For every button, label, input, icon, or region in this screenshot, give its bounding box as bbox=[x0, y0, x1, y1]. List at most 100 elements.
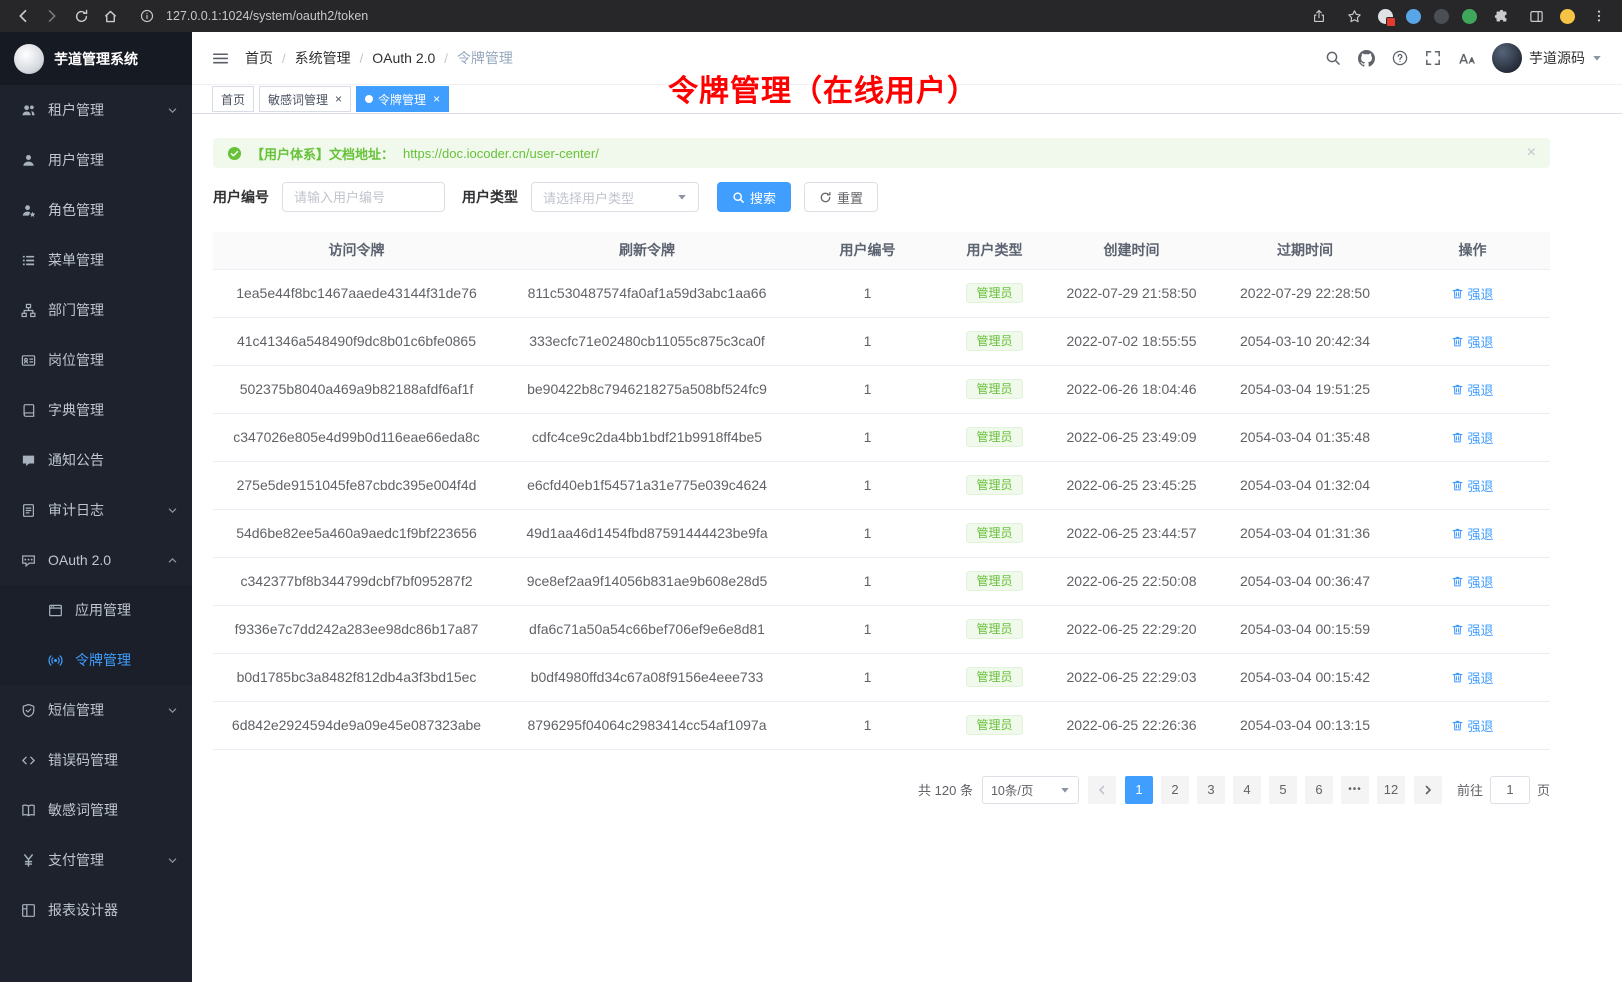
extension-icon[interactable] bbox=[1378, 9, 1393, 24]
page-button-4[interactable]: 4 bbox=[1233, 776, 1261, 804]
bookmark-star-icon[interactable] bbox=[1343, 5, 1365, 27]
page-button-2[interactable]: 2 bbox=[1161, 776, 1189, 804]
user-type-tag: 管理员 bbox=[966, 379, 1022, 399]
page-ellipsis[interactable]: ••• bbox=[1341, 776, 1369, 804]
page-size-select[interactable]: 10条/页 bbox=[982, 776, 1079, 804]
sidebar-item-审计日志[interactable]: 审计日志 bbox=[0, 485, 192, 535]
user-id-input[interactable] bbox=[282, 182, 445, 212]
sidebar-item-令牌管理[interactable]: 令牌管理 bbox=[0, 635, 192, 685]
sidebar-item-敏感词管理[interactable]: 敏感词管理 bbox=[0, 785, 192, 835]
extension-icon[interactable] bbox=[1462, 9, 1477, 24]
prev-page-button[interactable] bbox=[1088, 776, 1116, 804]
reload-icon[interactable] bbox=[70, 5, 92, 27]
alert-close-icon[interactable]: × bbox=[1527, 145, 1536, 161]
force-logout-button[interactable]: 强退 bbox=[1451, 332, 1493, 351]
tab-close-icon[interactable]: × bbox=[433, 92, 440, 106]
force-logout-button[interactable]: 强退 bbox=[1451, 428, 1493, 447]
page-button-5[interactable]: 5 bbox=[1269, 776, 1297, 804]
force-logout-button[interactable]: 强退 bbox=[1451, 284, 1493, 303]
breadcrumb-item[interactable]: 系统管理 bbox=[295, 48, 351, 68]
github-icon[interactable] bbox=[1358, 50, 1375, 67]
back-icon[interactable] bbox=[12, 5, 34, 27]
user-type-select[interactable]: 请选择用户类型 bbox=[531, 182, 699, 212]
access-token-cell: 275e5de9151045fe87cbdc395e004f4d bbox=[213, 461, 500, 509]
force-logout-button[interactable]: 强退 bbox=[1451, 620, 1493, 639]
sidebar-item-label: 部门管理 bbox=[48, 300, 104, 320]
access-token-cell: 1ea5e44f8bc1467aaede43144f31de76 bbox=[213, 269, 500, 317]
goto-page-input[interactable] bbox=[1490, 776, 1530, 804]
dept-tree-icon bbox=[20, 303, 37, 318]
sidebar-item-字典管理[interactable]: 字典管理 bbox=[0, 385, 192, 435]
sidebar-item-部门管理[interactable]: 部门管理 bbox=[0, 285, 192, 335]
breadcrumb-item[interactable]: 首页 bbox=[245, 48, 273, 68]
sidebar-item-label: 字典管理 bbox=[48, 400, 104, 420]
share-icon[interactable] bbox=[1308, 5, 1330, 27]
sidebar-item-label: 报表设计器 bbox=[48, 900, 118, 920]
tab-敏感词管理[interactable]: 敏感词管理× bbox=[259, 86, 351, 112]
page-button-6[interactable]: 6 bbox=[1305, 776, 1333, 804]
tenant-icon bbox=[20, 103, 37, 118]
sidebar-item-应用管理[interactable]: 应用管理 bbox=[0, 585, 192, 635]
column-header: 创建时间 bbox=[1048, 232, 1215, 269]
user-type-tag: 管理员 bbox=[966, 427, 1022, 447]
breadcrumb-item[interactable]: OAuth 2.0 bbox=[372, 50, 435, 66]
font-size-icon[interactable] bbox=[1458, 51, 1475, 66]
help-icon[interactable] bbox=[1392, 50, 1408, 66]
fullscreen-icon[interactable] bbox=[1425, 50, 1441, 66]
sidebar-item-角色管理[interactable]: 角色管理 bbox=[0, 185, 192, 235]
sidebar-item-通知公告[interactable]: 通知公告 bbox=[0, 435, 192, 485]
next-page-button[interactable] bbox=[1414, 776, 1442, 804]
force-logout-button[interactable]: 强退 bbox=[1451, 716, 1493, 735]
user-name: 芋道源码 bbox=[1529, 48, 1585, 68]
extension-icon[interactable] bbox=[1434, 9, 1449, 24]
expire-time-cell: 2054-03-04 00:15:59 bbox=[1215, 605, 1395, 653]
force-logout-button[interactable]: 强退 bbox=[1451, 476, 1493, 495]
sidebar-item-菜单管理[interactable]: 菜单管理 bbox=[0, 235, 192, 285]
site-info-icon[interactable] bbox=[136, 5, 158, 27]
table-row: c342377bf8b344799dcbf7bf095287f29ce8ef2a… bbox=[213, 557, 1550, 605]
search-icon[interactable] bbox=[1325, 50, 1341, 66]
search-button[interactable]: 搜索 bbox=[717, 182, 791, 212]
tab-首页[interactable]: 首页 bbox=[212, 86, 254, 112]
forward-icon[interactable] bbox=[41, 5, 63, 27]
sidebar-item-错误码管理[interactable]: 错误码管理 bbox=[0, 735, 192, 785]
user-type-cell: 管理员 bbox=[941, 317, 1048, 365]
force-logout-button[interactable]: 强退 bbox=[1451, 572, 1493, 591]
more-menu-icon[interactable] bbox=[1588, 5, 1610, 27]
menu-fold-icon[interactable] bbox=[212, 51, 229, 66]
side-panel-icon[interactable] bbox=[1525, 5, 1547, 27]
force-logout-button[interactable]: 强退 bbox=[1451, 380, 1493, 399]
sidebar-item-label: 通知公告 bbox=[48, 450, 104, 470]
sidebar-item-岗位管理[interactable]: 岗位管理 bbox=[0, 335, 192, 385]
extensions-puzzle-icon[interactable] bbox=[1490, 5, 1512, 27]
tab-令牌管理[interactable]: 令牌管理× bbox=[356, 86, 449, 112]
success-check-icon bbox=[227, 146, 242, 161]
page-button-1[interactable]: 1 bbox=[1125, 776, 1153, 804]
user-type-tag: 管理员 bbox=[966, 523, 1022, 543]
app-icon bbox=[47, 603, 64, 618]
sidebar-item-报表设计器[interactable]: 报表设计器 bbox=[0, 885, 192, 935]
profile-avatar-icon[interactable] bbox=[1560, 9, 1575, 24]
chevron-down-icon bbox=[167, 705, 178, 716]
app-logo[interactable]: 芋道管理系统 bbox=[0, 32, 192, 85]
caret-down-icon bbox=[677, 192, 687, 202]
sidebar-item-短信管理[interactable]: 短信管理 bbox=[0, 685, 192, 735]
url-bar[interactable]: 127.0.0.1:1024/system/oauth2/token bbox=[136, 5, 368, 27]
home-icon[interactable] bbox=[99, 5, 121, 27]
user-id-label: 用户编号 bbox=[213, 187, 269, 207]
sidebar-item-用户管理[interactable]: 用户管理 bbox=[0, 135, 192, 185]
sidebar-item-支付管理[interactable]: 支付管理 bbox=[0, 835, 192, 885]
sidebar-item-OAuth 2.0[interactable]: OAuth 2.0 bbox=[0, 535, 192, 585]
user-menu[interactable]: 芋道源码 bbox=[1492, 43, 1602, 73]
extension-icon[interactable] bbox=[1406, 9, 1421, 24]
force-logout-button[interactable]: 强退 bbox=[1451, 524, 1493, 543]
reset-button[interactable]: 重置 bbox=[804, 182, 878, 212]
table-row: f9336e7c7dd242a283ee98dc86b17a87dfa6c71a… bbox=[213, 605, 1550, 653]
menu-list-icon bbox=[20, 253, 37, 268]
force-logout-button[interactable]: 强退 bbox=[1451, 668, 1493, 687]
tab-close-icon[interactable]: × bbox=[335, 92, 342, 106]
sidebar-item-租户管理[interactable]: 租户管理 bbox=[0, 85, 192, 135]
page-button-3[interactable]: 3 bbox=[1197, 776, 1225, 804]
alert-doc-link[interactable]: https://doc.iocoder.cn/user-center/ bbox=[403, 146, 599, 161]
page-button-12[interactable]: 12 bbox=[1377, 776, 1405, 804]
